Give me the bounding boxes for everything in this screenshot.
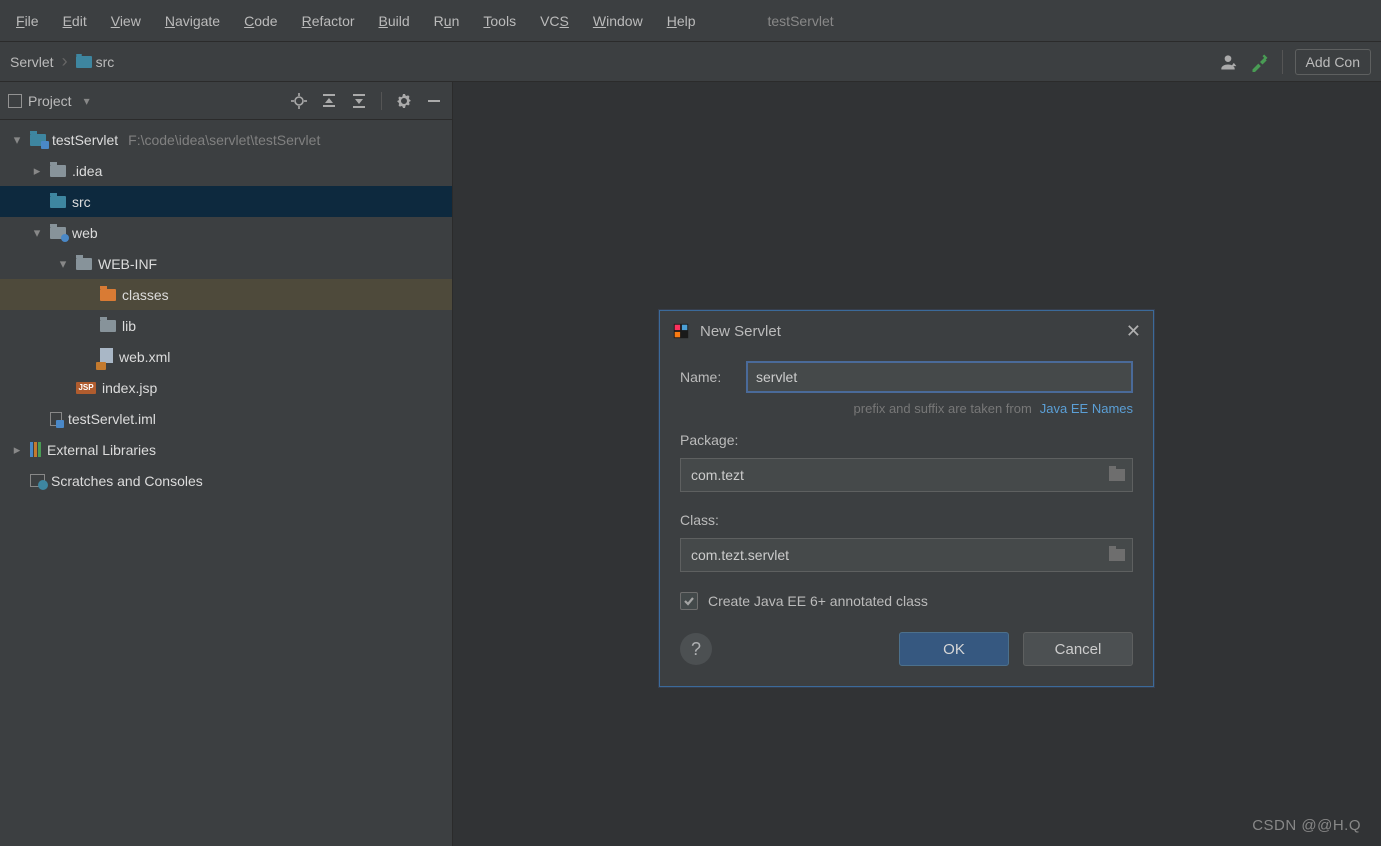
- project-header: Project ▾: [0, 82, 452, 120]
- folder-icon: [76, 258, 92, 270]
- tree-node-web-xml[interactable]: web.xml: [0, 341, 452, 372]
- tree-node-lib[interactable]: lib: [0, 310, 452, 341]
- iml-file-icon: [50, 412, 62, 426]
- cancel-button[interactable]: Cancel: [1023, 632, 1133, 666]
- menu-tools[interactable]: Tools: [471, 7, 528, 35]
- tree-node-project-root[interactable]: testServlet F:\code\idea\servlet\testSer…: [0, 124, 452, 155]
- hint-text: prefix and suffix are taken from: [854, 401, 1032, 416]
- expand-all-icon[interactable]: [321, 93, 337, 109]
- package-input[interactable]: [681, 467, 1102, 483]
- tree-node-webinf[interactable]: WEB-INF: [0, 248, 452, 279]
- tree-node-index-jsp[interactable]: JSP index.jsp: [0, 372, 452, 403]
- source-folder-icon: [50, 196, 66, 208]
- new-servlet-dialog: New Servlet ✕ Name: prefix and suffix ar…: [659, 310, 1154, 687]
- excluded-folder-icon: [100, 289, 116, 301]
- folder-icon: [1109, 469, 1125, 481]
- menu-navigate[interactable]: Navigate: [153, 7, 232, 35]
- menu-run[interactable]: Run: [422, 7, 472, 35]
- class-input[interactable]: [681, 547, 1102, 563]
- user-dropdown-icon[interactable]: [1218, 52, 1238, 72]
- tree-node-web[interactable]: web: [0, 217, 452, 248]
- scratches-icon: [30, 474, 45, 487]
- class-field-wrapper: [680, 538, 1133, 572]
- menu-edit[interactable]: Edit: [51, 7, 99, 35]
- package-label: Package:: [680, 432, 1133, 448]
- project-icon: [8, 94, 22, 108]
- folder-icon: [76, 56, 92, 68]
- name-input[interactable]: [746, 361, 1133, 393]
- folder-icon: [50, 165, 66, 177]
- browse-class-button[interactable]: [1102, 549, 1132, 561]
- menu-refactor[interactable]: Refactor: [290, 7, 367, 35]
- browse-package-button[interactable]: [1102, 469, 1132, 481]
- collapse-all-icon[interactable]: [351, 93, 367, 109]
- web-folder-icon: [50, 227, 66, 239]
- intellij-icon: [672, 322, 690, 340]
- chevron-down-icon[interactable]: ▾: [84, 94, 90, 108]
- tree-node-external-libraries[interactable]: External Libraries: [0, 434, 452, 465]
- menu-window[interactable]: Window: [581, 7, 655, 35]
- menu-code[interactable]: Code: [232, 7, 289, 35]
- project-tree: testServlet F:\code\idea\servlet\testSer…: [0, 120, 452, 846]
- close-icon[interactable]: ✕: [1126, 321, 1141, 342]
- locate-icon[interactable]: [291, 93, 307, 109]
- tree-node-idea[interactable]: .idea: [0, 155, 452, 186]
- folder-icon: [100, 320, 116, 332]
- name-label: Name:: [680, 369, 736, 385]
- menu-file[interactable]: File: [4, 7, 51, 35]
- annotated-class-checkbox[interactable]: [680, 592, 698, 610]
- class-label: Class:: [680, 512, 1133, 528]
- folder-icon: [1109, 549, 1125, 561]
- menu-vcs[interactable]: VCS: [528, 7, 581, 35]
- menu-view[interactable]: View: [99, 7, 153, 35]
- tree-node-iml[interactable]: testServlet.iml: [0, 403, 452, 434]
- gear-icon[interactable]: [396, 93, 412, 109]
- window-title: testServlet: [768, 13, 834, 29]
- module-icon: [30, 134, 46, 146]
- watermark-text: CSDN @@H.Q: [1252, 817, 1361, 834]
- breadcrumb-separator: ›: [60, 51, 70, 72]
- menu-build[interactable]: Build: [367, 7, 422, 35]
- project-tool-window: Project ▾ testServlet F:\code\idea\servl…: [0, 82, 453, 846]
- java-ee-names-link[interactable]: Java EE Names: [1040, 401, 1133, 416]
- dialog-title: New Servlet: [700, 323, 781, 340]
- menu-bar: File Edit View Navigate Code Refactor Bu…: [0, 0, 1381, 42]
- checkmark-icon: [683, 595, 695, 607]
- tree-node-classes[interactable]: classes: [0, 279, 452, 310]
- minimize-icon[interactable]: [426, 93, 442, 109]
- project-header-label[interactable]: Project: [28, 93, 72, 109]
- menu-help[interactable]: Help: [655, 7, 708, 35]
- add-configuration-button[interactable]: Add Con: [1295, 49, 1371, 75]
- xml-file-icon: [100, 348, 113, 366]
- breadcrumb-src[interactable]: src: [70, 50, 121, 74]
- package-field-wrapper: [680, 458, 1133, 492]
- libraries-icon: [30, 442, 41, 457]
- ok-button[interactable]: OK: [899, 632, 1009, 666]
- tree-node-scratches[interactable]: Scratches and Consoles: [0, 465, 452, 496]
- jsp-file-icon: JSP: [76, 382, 96, 394]
- breadcrumb-root[interactable]: Servlet: [4, 50, 60, 74]
- tree-node-src[interactable]: src: [0, 186, 452, 217]
- build-icon[interactable]: [1250, 52, 1270, 72]
- checkbox-label: Create Java EE 6+ annotated class: [708, 593, 928, 609]
- navigation-bar: Servlet › src Add Con: [0, 42, 1381, 82]
- help-button[interactable]: ?: [680, 633, 712, 665]
